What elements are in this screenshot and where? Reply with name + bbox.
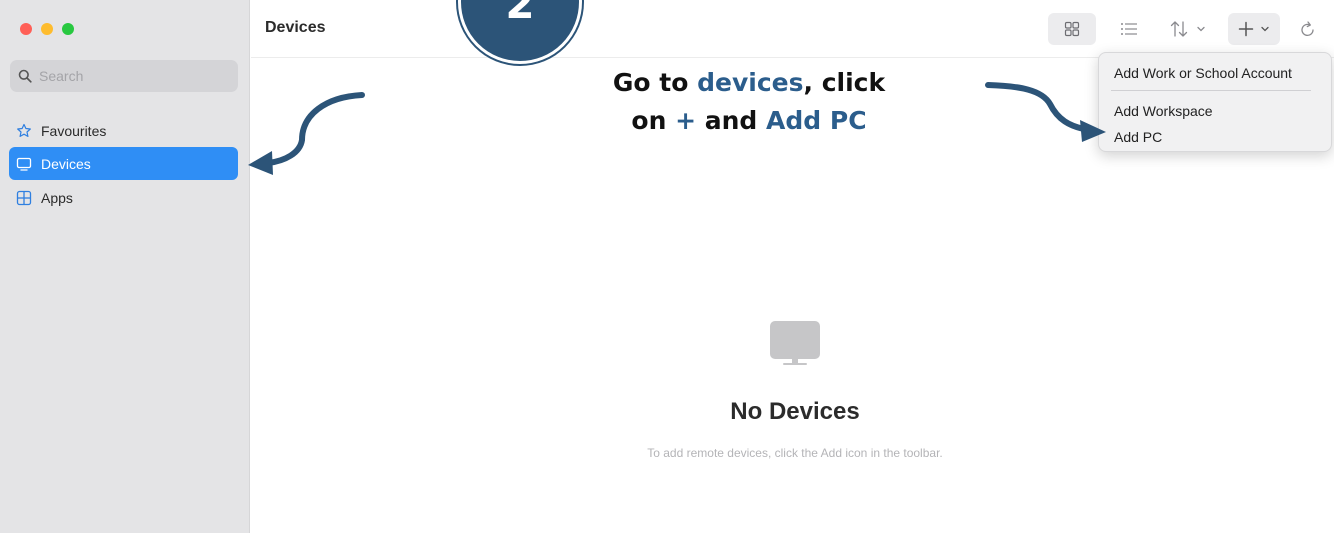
add-dropdown-menu: Add Work or School Account Add Workspace… [1098, 52, 1332, 152]
instruction-line-1: Go to devices, click [560, 64, 938, 102]
instruction-text-part: and [696, 106, 767, 135]
menu-item-add-workspace[interactable]: Add Workspace [1114, 103, 1213, 119]
menu-divider [1111, 90, 1311, 91]
search-icon [18, 69, 32, 83]
star-icon [15, 122, 33, 140]
sidebar-item-label: Apps [41, 189, 73, 206]
sidebar-item-label: Devices [41, 155, 91, 172]
apps-grid-icon [15, 189, 33, 207]
window-controls [20, 23, 74, 35]
instruction-text-part: on [631, 106, 676, 135]
zoom-window-button[interactable] [62, 23, 74, 35]
add-icon [1238, 21, 1254, 37]
instruction-text-part: Go to [612, 68, 698, 97]
instruction-highlight-add-pc: Add PC [766, 106, 867, 135]
close-window-button[interactable] [20, 23, 32, 35]
search-input[interactable] [39, 68, 229, 84]
search-box[interactable] [10, 60, 238, 92]
grid-view-icon [1064, 21, 1080, 37]
annotation-arrow-right-icon [985, 82, 1106, 142]
refresh-icon [1301, 21, 1314, 36]
instruction-text-part: , click [803, 68, 886, 97]
monitor-icon [15, 155, 33, 173]
sort-icon [1170, 21, 1188, 37]
sidebar-item-label: Favourites [41, 122, 107, 139]
list-view-icon [1121, 23, 1137, 35]
instruction-line-2: on + and Add PC [560, 102, 938, 140]
sidebar-item-favourites[interactable]: Favourites [9, 114, 238, 147]
menu-item-add-pc[interactable]: Add PC [1114, 129, 1162, 145]
empty-state-subtitle: To add remote devices, click the Add ico… [647, 446, 943, 460]
annotation-arrow-left-icon [248, 92, 365, 175]
refresh-button[interactable] [1293, 13, 1323, 45]
instruction-text: Go to devices, click on + and Add PC [560, 60, 938, 150]
menu-item-add-work-or-school-account[interactable]: Add Work or School Account [1114, 65, 1292, 81]
add-button[interactable] [1228, 13, 1280, 45]
monitor-placeholder-icon [770, 321, 820, 365]
list-view-button[interactable] [1113, 13, 1145, 45]
toolbar: Devices [251, 0, 1334, 58]
sort-button[interactable] [1161, 13, 1215, 45]
grid-view-button[interactable] [1048, 13, 1096, 45]
page-title: Devices [265, 19, 326, 36]
sidebar: Favourites Devices Apps [0, 0, 250, 533]
minimize-window-button[interactable] [41, 23, 53, 35]
instruction-highlight-devices: devices [697, 68, 804, 97]
instruction-highlight-plus: + [675, 106, 697, 135]
sidebar-item-apps[interactable]: Apps [9, 181, 238, 214]
chevron-down-icon [1261, 26, 1269, 32]
chevron-down-icon [1197, 26, 1205, 32]
sidebar-item-devices[interactable]: Devices [9, 147, 238, 180]
step-number: 2 [505, 0, 535, 28]
empty-state-title: No Devices [730, 398, 860, 425]
